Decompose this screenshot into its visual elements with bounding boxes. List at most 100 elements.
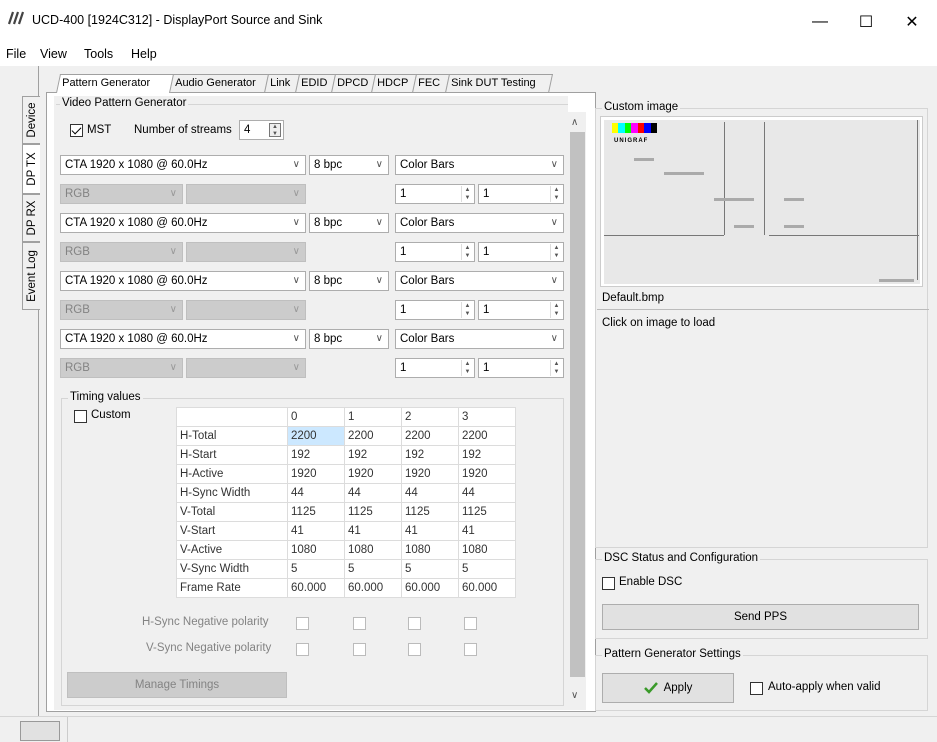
scroll-down-icon[interactable]: ∨ [571,690,578,701]
pattern-param-2[interactable]: 1 ▲ ▼ [478,358,564,378]
table-cell[interactable]: 192 [287,445,345,465]
side-tab-event-log[interactable]: Event Log [22,242,40,310]
send-pps-button[interactable]: Send PPS [602,604,919,630]
pattern-param-2[interactable]: 1 ▲ ▼ [478,300,564,320]
table-cell[interactable]: 41 [344,521,402,541]
table-cell[interactable]: 1125 [401,502,459,522]
bpc-select[interactable]: 8 bpc ∨ [309,271,389,291]
colorimetry-select[interactable]: ∨ [186,184,306,204]
table-cell[interactable]: 2200 [287,426,345,446]
table-cell[interactable]: 1920 [458,464,516,484]
colorimetry-select[interactable]: ∨ [186,300,306,320]
bpc-select[interactable]: 8 bpc ∨ [309,329,389,349]
vsync-neg-checkbox-2[interactable] [408,643,421,656]
pattern-param-1[interactable]: 1 ▲ ▼ [395,300,475,320]
table-cell[interactable]: 60.000 [287,578,345,598]
colorimetry-select[interactable]: ∨ [186,358,306,378]
timing-select[interactable]: CTA 1920 x 1080 @ 60.0Hz ∨ [60,213,306,233]
color-format-select[interactable]: RGB ∨ [60,184,183,204]
table-cell[interactable]: 2200 [401,426,459,446]
bpc-select[interactable]: 8 bpc ∨ [309,213,389,233]
table-cell[interactable]: 41 [287,521,345,541]
timing-select[interactable]: CTA 1920 x 1080 @ 60.0Hz ∨ [60,155,306,175]
pattern-select[interactable]: Color Bars ∨ [395,213,564,233]
table-cell[interactable]: 1080 [401,540,459,560]
vsync-neg-checkbox-3[interactable] [464,643,477,656]
timing-select[interactable]: CTA 1920 x 1080 @ 60.0Hz ∨ [60,271,306,291]
side-tab-dp-tx[interactable]: DP TX [22,144,40,194]
table-cell[interactable]: 1125 [344,502,402,522]
hsync-neg-checkbox-3[interactable] [464,617,477,630]
streams-spinbox[interactable]: 4 ▲ ▼ [239,120,284,140]
table-cell[interactable]: 5 [401,559,459,579]
table-cell[interactable]: 5 [287,559,345,579]
pattern-select[interactable]: Color Bars ∨ [395,155,564,175]
table-cell[interactable]: 192 [344,445,402,465]
table-cell[interactable]: 44 [344,483,402,503]
table-cell[interactable]: 1125 [458,502,516,522]
pattern-select[interactable]: Color Bars ∨ [395,271,564,291]
table-cell[interactable]: 41 [401,521,459,541]
table-cell[interactable]: 1920 [344,464,402,484]
color-format-select[interactable]: RGB ∨ [60,242,183,262]
scroll-up-icon[interactable]: ∧ [571,117,578,128]
pattern-param-1[interactable]: 1 ▲ ▼ [395,184,475,204]
auto-apply-checkbox[interactable] [750,682,763,695]
table-cell[interactable]: 44 [458,483,516,503]
table-cell[interactable]: 1920 [287,464,345,484]
pattern-param-2[interactable]: 1 ▲ ▼ [478,242,564,262]
table-cell[interactable]: 5 [458,559,516,579]
vsync-neg-checkbox-0[interactable] [296,643,309,656]
table-cell[interactable]: 41 [458,521,516,541]
table-cell[interactable]: 2200 [344,426,402,446]
scrollbar-thumb[interactable] [570,132,585,677]
hsync-neg-checkbox-1[interactable] [353,617,366,630]
close-button[interactable]: ✕ [889,4,935,40]
menu-tools[interactable]: Tools [84,47,113,61]
table-cell[interactable]: 5 [344,559,402,579]
color-format-select[interactable]: RGB ∨ [60,300,183,320]
minimize-button[interactable]: — [797,4,843,40]
pattern-param-1[interactable]: 1 ▲ ▼ [395,242,475,262]
table-cell[interactable]: 1920 [401,464,459,484]
apply-button[interactable]: Apply [602,673,734,703]
table-cell[interactable]: 1125 [287,502,345,522]
table-cell[interactable]: 1080 [458,540,516,560]
tab-dpcd[interactable]: DPCD [330,74,377,93]
table-cell[interactable]: 60.000 [344,578,402,598]
menu-file[interactable]: File [6,47,26,61]
bpc-select[interactable]: 8 bpc ∨ [309,155,389,175]
tab-fec[interactable]: FEC [411,74,451,93]
hsync-neg-checkbox-2[interactable] [408,617,421,630]
mst-checkbox[interactable] [70,124,83,137]
table-cell[interactable]: 60.000 [401,578,459,598]
table-cell[interactable]: 192 [458,445,516,465]
color-format-select[interactable]: RGB ∨ [60,358,183,378]
tab-pattern-generator[interactable]: Pattern Generator [55,74,175,93]
table-cell[interactable]: 44 [401,483,459,503]
pattern-param-1[interactable]: 1 ▲ ▼ [395,358,475,378]
spin-arrows-icon[interactable]: ▲ ▼ [269,123,281,137]
hsync-neg-checkbox-0[interactable] [296,617,309,630]
menu-help[interactable]: Help [131,47,157,61]
pattern-param-2[interactable]: 1 ▲ ▼ [478,184,564,204]
tab-audio-generator[interactable]: Audio Generator [168,74,270,93]
colorimetry-select[interactable]: ∨ [186,242,306,262]
table-cell[interactable]: 192 [401,445,459,465]
pattern-select[interactable]: Color Bars ∨ [395,329,564,349]
maximize-button[interactable]: ☐ [843,4,889,40]
table-cell[interactable]: 60.000 [458,578,516,598]
table-cell[interactable]: 1080 [287,540,345,560]
timing-select[interactable]: CTA 1920 x 1080 @ 60.0Hz ∨ [60,329,306,349]
custom-timing-checkbox[interactable] [74,410,87,423]
table-cell[interactable]: 44 [287,483,345,503]
tab-hdcp[interactable]: HDCP [370,74,418,93]
vsync-neg-checkbox-1[interactable] [353,643,366,656]
menu-view[interactable]: View [40,47,67,61]
enable-dsc-checkbox[interactable] [602,577,615,590]
side-tab-device[interactable]: Device [22,96,40,144]
table-cell[interactable]: 2200 [458,426,516,446]
tab-edid[interactable]: EDID [294,74,337,93]
manage-timings-button[interactable]: Manage Timings [67,672,287,698]
table-cell[interactable]: 1080 [344,540,402,560]
